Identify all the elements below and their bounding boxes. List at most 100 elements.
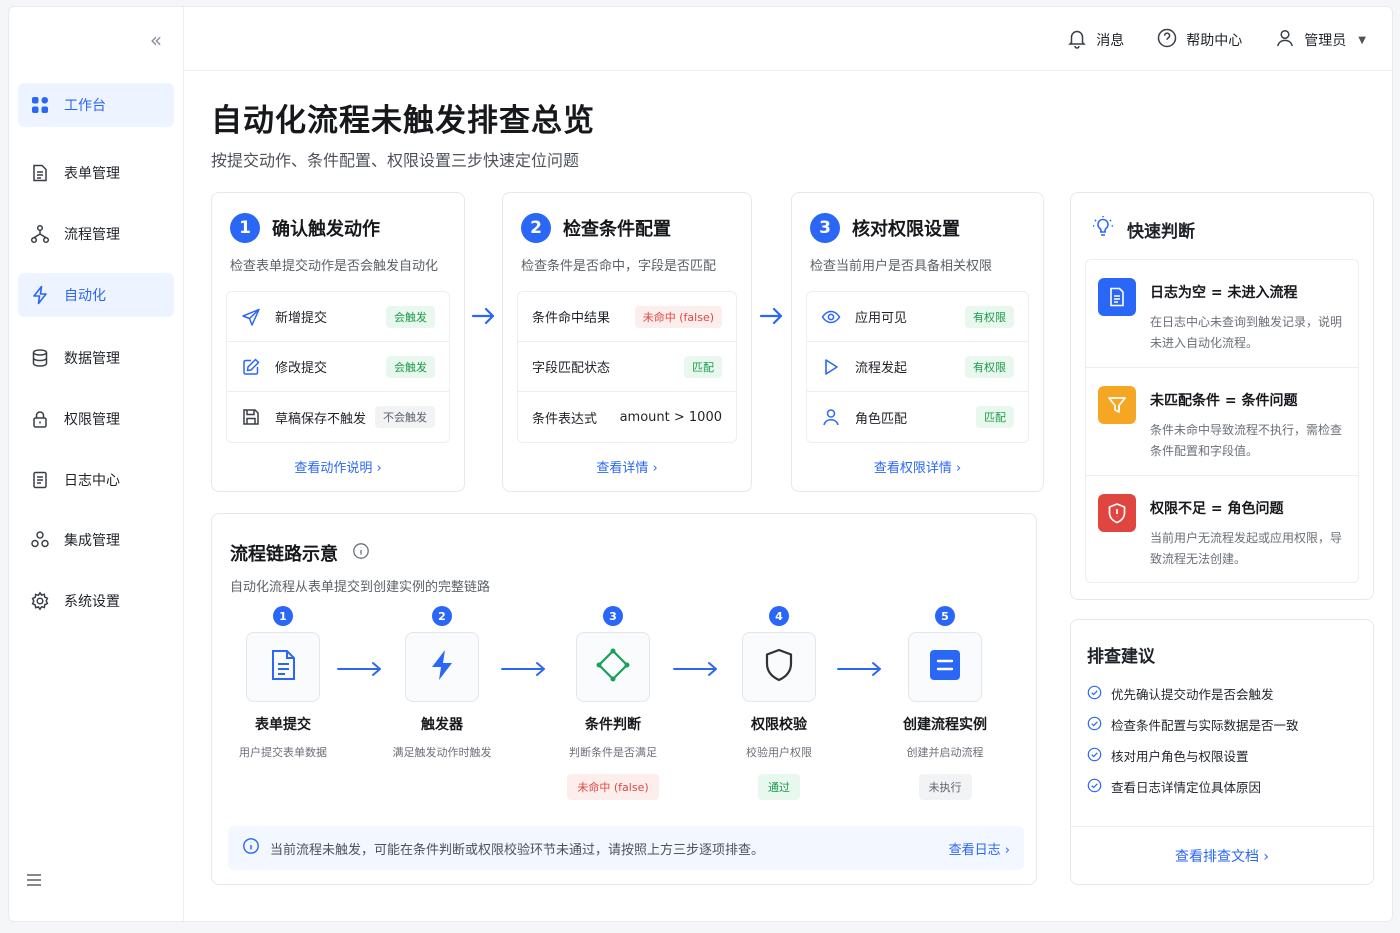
node-icon-box	[908, 632, 982, 702]
quick-item-title: 权限不足 = 角色问题	[1150, 501, 1284, 517]
step-description: 检查表单提交动作是否会触发自动化	[230, 259, 439, 274]
eye-icon	[821, 307, 841, 327]
condition-expression: amount > 1000	[619, 409, 722, 425]
status-badge: 有权限	[965, 355, 1014, 378]
view-troubleshooting-docs-link[interactable]: 查看排查文档 ›	[1071, 846, 1373, 866]
node-number: 5	[935, 606, 955, 626]
messages-button[interactable]: 消息	[1066, 27, 1124, 53]
row-label: 条件命中结果	[532, 311, 611, 326]
flow-node-condition: 3 条件判断 判断条件是否满足 未命中 (false)	[538, 606, 688, 800]
help-icon	[1156, 27, 1178, 53]
sidebar-item-flows[interactable]: 流程管理	[18, 212, 174, 256]
collapse-sidebar-icon[interactable]: «	[145, 29, 167, 51]
list-item: 修改提交 会触发	[227, 342, 449, 392]
quick-item-description: 在日志中心未查询到触发记录，说明未进入自动化流程。	[1150, 315, 1343, 350]
list-item: 日志为空 = 未进入流程 在日志中心未查询到触发记录，说明未进入自动化流程。	[1086, 260, 1358, 368]
info-icon[interactable]	[352, 542, 370, 565]
view-details-link[interactable]: 查看详情 ›	[503, 457, 751, 476]
node-description: 满足触发动作时触发	[392, 746, 492, 759]
step-title: 确认触发动作	[272, 219, 380, 240]
suggestion-text: 查看日志详情定位具体原因	[1111, 780, 1262, 795]
flow-node-form-submit: 1 表单提交 用户提交表单数据	[208, 606, 358, 760]
sidebar-item-label: 数据管理	[64, 351, 120, 367]
list-item: 条件表达式 amount > 1000	[518, 392, 736, 442]
sidebar-item-workbench[interactable]: 工作台	[18, 83, 174, 127]
sidebar-item-logs[interactable]: 日志中心	[18, 458, 174, 502]
status-badge: 未命中 (false)	[634, 305, 722, 328]
check-circle-icon	[1087, 716, 1111, 734]
document-icon	[265, 647, 301, 687]
send-icon	[241, 307, 261, 327]
row-label: 新增提交	[275, 311, 328, 326]
menu-icon[interactable]	[23, 869, 45, 891]
list-item: 优先确认提交动作是否会触发	[1087, 678, 1299, 709]
sidebar-item-automation[interactable]: 自动化	[18, 273, 174, 317]
sidebar-item-integrations[interactable]: 集成管理	[18, 518, 174, 562]
node-number: 3	[603, 606, 623, 626]
diamond-icon	[595, 647, 631, 687]
node-number: 2	[432, 606, 452, 626]
app-window: « 工作台 表单管理 流程管理 自动化 数据管理 权限管理 日志中心 集成管理 …	[8, 6, 1393, 922]
node-title: 触发器	[421, 717, 463, 733]
user-name: 管理员	[1304, 33, 1347, 49]
sidebar-item-label: 集成管理	[64, 533, 120, 549]
list-item: 新增提交 会触发	[227, 292, 449, 342]
status-badge: 会触发	[386, 355, 435, 378]
suggestions-list: 优先确认提交动作是否会触发 检查条件配置与实际数据是否一致 核对用户角色与权限设…	[1087, 678, 1299, 802]
view-logs-link[interactable]: 查看日志 ›	[949, 839, 1010, 858]
troubleshoot-suggestions-card: 排查建议 优先确认提交动作是否会触发 检查条件配置与实际数据是否一致 核对用户角…	[1070, 619, 1374, 885]
sidebar-item-label: 表单管理	[64, 166, 120, 182]
view-permission-details-link[interactable]: 查看权限详情 ›	[792, 457, 1043, 476]
flow-node-create-instance: 5 创建流程实例 创建并启动流程 未执行	[870, 606, 1020, 800]
step-number: 3	[810, 213, 840, 243]
user-icon	[1274, 27, 1296, 53]
flow-node-trigger: 2 触发器 满足触发动作时触发	[367, 606, 517, 760]
step-card-permissions: 3 核对权限设置 检查当前用户是否具备相关权限 应用可见 有权限 流程发起 有权…	[791, 192, 1044, 492]
status-badge: 匹配	[976, 406, 1014, 428]
status-badge: 不会触发	[375, 406, 435, 428]
list-item: 条件命中结果 未命中 (false)	[518, 292, 736, 342]
sidebar-item-permissions[interactable]: 权限管理	[18, 397, 174, 441]
sidebar-item-data[interactable]: 数据管理	[18, 336, 174, 380]
sidebar-item-forms[interactable]: 表单管理	[18, 151, 174, 195]
sidebar-item-settings[interactable]: 系统设置	[18, 579, 174, 623]
step-card-trigger-action: 1 确认触发动作 检查表单提交动作是否会触发自动化 新增提交 会触发 修改提交 …	[211, 192, 465, 492]
quick-judge-card: 快速判断 日志为空 = 未进入流程 在日志中心未查询到触发记录，说明未进入自动化…	[1070, 192, 1374, 600]
view-action-docs-link[interactable]: 查看动作说明 ›	[212, 457, 464, 476]
step-description: 检查当前用户是否具备相关权限	[810, 259, 993, 274]
status-badge: 匹配	[684, 355, 722, 378]
document-icon	[1098, 278, 1136, 316]
list-item: 草稿保存不触发 不会触发	[227, 392, 449, 442]
quick-judge-title: 快速判断	[1127, 222, 1195, 242]
sidebar-item-label: 流程管理	[64, 227, 120, 243]
list-item: 角色匹配 匹配	[807, 392, 1028, 442]
bell-icon	[1066, 27, 1088, 53]
node-title: 表单提交	[255, 717, 311, 733]
flow-description: 自动化流程从表单提交到创建实例的完整链路	[230, 580, 491, 595]
sidebar-item-label: 工作台	[64, 98, 106, 114]
status-badge: 未命中 (false)	[567, 774, 659, 800]
quick-judge-list: 日志为空 = 未进入流程 在日志中心未查询到触发记录，说明未进入自动化流程。 未…	[1085, 259, 1359, 583]
list-item: 查看日志详情定位具体原因	[1087, 771, 1299, 802]
row-label: 字段匹配状态	[532, 361, 611, 376]
check-circle-icon	[1087, 685, 1111, 703]
status-badge: 未执行	[918, 774, 972, 800]
node-icon-box	[742, 632, 816, 702]
user-menu-button[interactable]: 管理员 ▼	[1274, 27, 1366, 53]
node-icon-box	[246, 632, 320, 702]
node-icon-box	[405, 632, 479, 702]
play-icon	[821, 357, 841, 377]
shield-icon	[1098, 494, 1136, 532]
flow-notice-banner: 当前流程未触发，可能在条件判断或权限校验环节未通过，请按照上方三步逐项排查。 查…	[228, 826, 1024, 870]
row-label: 草稿保存不触发	[275, 411, 367, 427]
suggestion-text: 优先确认提交动作是否会触发	[1111, 687, 1274, 702]
suggestions-title: 排查建议	[1087, 647, 1155, 667]
shield-icon	[761, 647, 797, 687]
sidebar-item-label: 权限管理	[64, 412, 120, 428]
help-center-button[interactable]: 帮助中心	[1156, 27, 1242, 53]
status-badge: 有权限	[965, 305, 1014, 328]
divider	[1071, 826, 1373, 827]
messages-label: 消息	[1096, 33, 1125, 49]
check-circle-icon	[1087, 747, 1111, 765]
node-title: 创建流程实例	[903, 717, 987, 733]
